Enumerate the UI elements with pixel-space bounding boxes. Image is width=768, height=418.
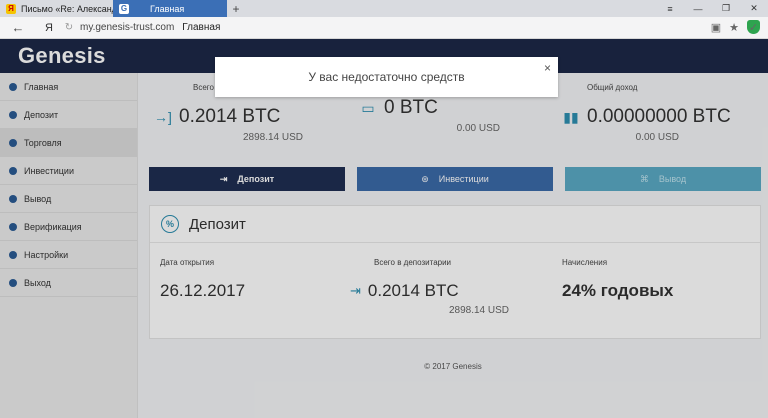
tab-label: Главная	[150, 3, 185, 14]
minimize-icon[interactable]: —	[684, 0, 712, 17]
reload-icon[interactable]: ↻	[62, 22, 76, 33]
new-tab-button[interactable]: +	[227, 2, 245, 16]
page-title-in-address: Главная	[182, 22, 221, 33]
browser-tab-main[interactable]: G Главная	[113, 0, 227, 17]
window-controls: ≡ — ❐ ✕	[656, 0, 768, 17]
bookmark-star-icon[interactable]: ★	[729, 21, 739, 34]
reader-mode-icon[interactable]: ▣	[711, 21, 721, 34]
menu-icon[interactable]: ≡	[656, 0, 684, 17]
insufficient-funds-modal: У вас недостаточно средств ×	[215, 57, 558, 97]
address-bar: ← Я ↻ my.genesis-trust.com Главная ▣ ★ ✓	[0, 17, 768, 39]
yandex-mail-icon: Я	[6, 3, 16, 14]
url-field[interactable]: my.genesis-trust.com	[80, 22, 174, 33]
genesis-favicon-icon: G	[119, 3, 129, 14]
browser-tab-mail[interactable]: Я Письмо «Re: Александр Ко	[0, 0, 113, 17]
back-arrow-icon[interactable]: ←	[0, 20, 36, 35]
restore-icon[interactable]: ❐	[712, 0, 740, 17]
tab-label: Письмо «Re: Александр Ко	[21, 3, 113, 14]
modal-message: У вас недостаточно средств	[308, 70, 465, 84]
close-window-icon[interactable]: ✕	[740, 0, 768, 17]
yandex-button[interactable]: Я	[36, 22, 62, 34]
address-bar-actions: ▣ ★ ✓	[711, 20, 760, 34]
protect-shield-icon[interactable]: ✓	[747, 20, 760, 34]
close-icon[interactable]: ×	[544, 61, 551, 75]
browser-tab-bar: Я Письмо «Re: Александр Ко G Главная + ≡…	[0, 0, 768, 17]
